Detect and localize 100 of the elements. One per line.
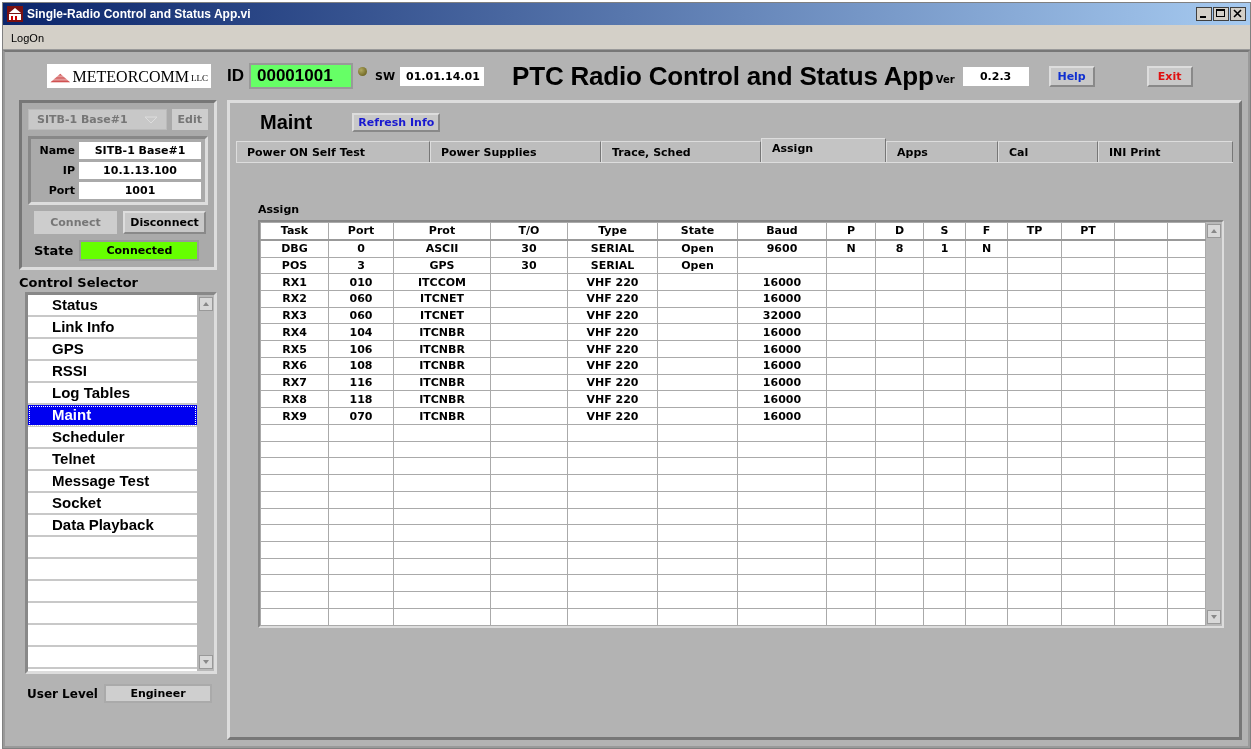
- field-value: SITB-1 Base#1: [79, 142, 201, 159]
- table-cell: RX4: [260, 323, 329, 341]
- scroll-down-icon[interactable]: [198, 655, 213, 669]
- table-cell: 30: [490, 239, 568, 258]
- refresh-button[interactable]: Refresh Info: [352, 112, 441, 132]
- close-icon[interactable]: [1230, 7, 1246, 21]
- disconnect-button[interactable]: Disconnect: [123, 211, 206, 234]
- table-cell: 16000: [737, 273, 827, 291]
- logo-text: METEORCOMM: [72, 67, 189, 87]
- table-cell: ITCNBR: [393, 390, 491, 408]
- logo-suffix: LLC: [191, 72, 208, 85]
- table-cell: 16000: [737, 407, 827, 425]
- table-cell: RX6: [260, 357, 329, 375]
- table-cell: 16000: [737, 390, 827, 408]
- table-cell: VHF 220: [567, 390, 658, 408]
- table-cell: RX8: [260, 390, 329, 408]
- column-header: P: [826, 222, 876, 240]
- table-cell: 116: [328, 374, 394, 391]
- minimize-icon[interactable]: [1196, 7, 1212, 21]
- tab[interactable]: Cal: [998, 141, 1098, 162]
- tab[interactable]: Trace, Sched: [601, 141, 761, 162]
- help-button[interactable]: Help: [1048, 65, 1095, 87]
- field-value: 1001: [79, 182, 201, 199]
- table-cell: 8: [875, 239, 924, 258]
- table-cell: VHF 220: [567, 290, 658, 308]
- column-header: Port: [328, 222, 394, 240]
- tab[interactable]: Apps: [886, 141, 998, 162]
- table-cell: ITCNBR: [393, 407, 491, 425]
- sw-value: 01.01.14.01: [400, 66, 485, 86]
- window-title: Single-Radio Control and Status App.vi: [27, 7, 252, 21]
- table-cell: VHF 220: [567, 407, 658, 425]
- table-cell: RX7: [260, 374, 329, 391]
- table-cell: 060: [328, 307, 394, 324]
- scrollbar[interactable]: [1206, 222, 1222, 626]
- table-cell: 060: [328, 290, 394, 308]
- scroll-up-icon[interactable]: [1207, 224, 1221, 238]
- table-cell: POS: [260, 257, 329, 274]
- column-header: Baud: [737, 222, 827, 240]
- table-cell: RX2: [260, 290, 329, 308]
- tab[interactable]: Power ON Self Test: [236, 141, 430, 162]
- field-value: 10.1.13.100: [79, 162, 201, 179]
- table-cell: 16000: [737, 340, 827, 358]
- table-cell: VHF 220: [567, 307, 658, 324]
- sw-label: SW: [375, 69, 396, 83]
- table-cell: 9600: [737, 239, 827, 258]
- app-icon: [7, 6, 23, 22]
- list-item[interactable]: Maint: [28, 405, 197, 427]
- scrollbar[interactable]: [197, 295, 214, 671]
- field-label: Name: [38, 144, 75, 157]
- table-cell: 010: [328, 273, 394, 291]
- table-cell: RX3: [260, 307, 329, 324]
- table-cell: RX1: [260, 273, 329, 291]
- table-cell: 106: [328, 340, 394, 358]
- state-label: State: [34, 243, 74, 258]
- table-cell: DBG: [260, 239, 329, 258]
- column-header: PT: [1061, 222, 1115, 240]
- table-cell: 104: [328, 323, 394, 341]
- table-cell: 30: [490, 257, 568, 274]
- tab[interactable]: Assign: [761, 138, 886, 162]
- column-header: TP: [1007, 222, 1062, 240]
- app-title: PTC Radio Control and Status App: [512, 60, 934, 92]
- column-header: F: [965, 222, 1008, 240]
- table-cell: 070: [328, 407, 394, 425]
- tab[interactable]: INI Print: [1098, 141, 1233, 162]
- state-indicator: Connected: [79, 240, 200, 261]
- table-cell: ASCII: [393, 239, 491, 258]
- table-cell: Open: [657, 239, 738, 258]
- table-cell: 16000: [737, 357, 827, 375]
- menu-item[interactable]: LogOn: [11, 32, 45, 44]
- table-cell: N: [965, 239, 1008, 258]
- table-cell: 16000: [737, 323, 827, 341]
- maximize-icon[interactable]: [1213, 7, 1229, 21]
- table-cell: VHF 220: [567, 273, 658, 291]
- table-cell: 16000: [737, 374, 827, 391]
- table-cell: ITCNET: [393, 290, 491, 308]
- table-cell: VHF 220: [567, 374, 658, 391]
- table-cell: SERIAL: [567, 257, 658, 274]
- table-cell: 108: [328, 357, 394, 375]
- table-cell: 3: [328, 257, 394, 274]
- field-label: IP: [61, 164, 75, 177]
- table-cell: Open: [657, 257, 738, 274]
- scroll-up-icon[interactable]: [198, 297, 213, 311]
- table-cell: 32000: [737, 307, 827, 324]
- table-cell: ITCNBR: [393, 323, 491, 341]
- column-header: T/O: [490, 222, 568, 240]
- table-cell: 16000: [737, 290, 827, 308]
- table-cell: 0: [328, 239, 394, 258]
- table-cell: ITCNBR: [393, 340, 491, 358]
- column-header: D: [875, 222, 924, 240]
- table-cell: VHF 220: [567, 323, 658, 341]
- column-header: Type: [567, 222, 658, 240]
- table-cell: VHF 220: [567, 357, 658, 375]
- page-title: Maint: [260, 110, 313, 134]
- section-label: Control Selector: [19, 275, 139, 290]
- id-label: ID: [227, 66, 244, 86]
- scroll-down-icon[interactable]: [1207, 610, 1221, 624]
- tab[interactable]: Power Supplies: [430, 141, 601, 162]
- table-cell: 118: [328, 390, 394, 408]
- column-header: S: [923, 222, 966, 240]
- ver-value: 0.2.3: [962, 66, 1029, 86]
